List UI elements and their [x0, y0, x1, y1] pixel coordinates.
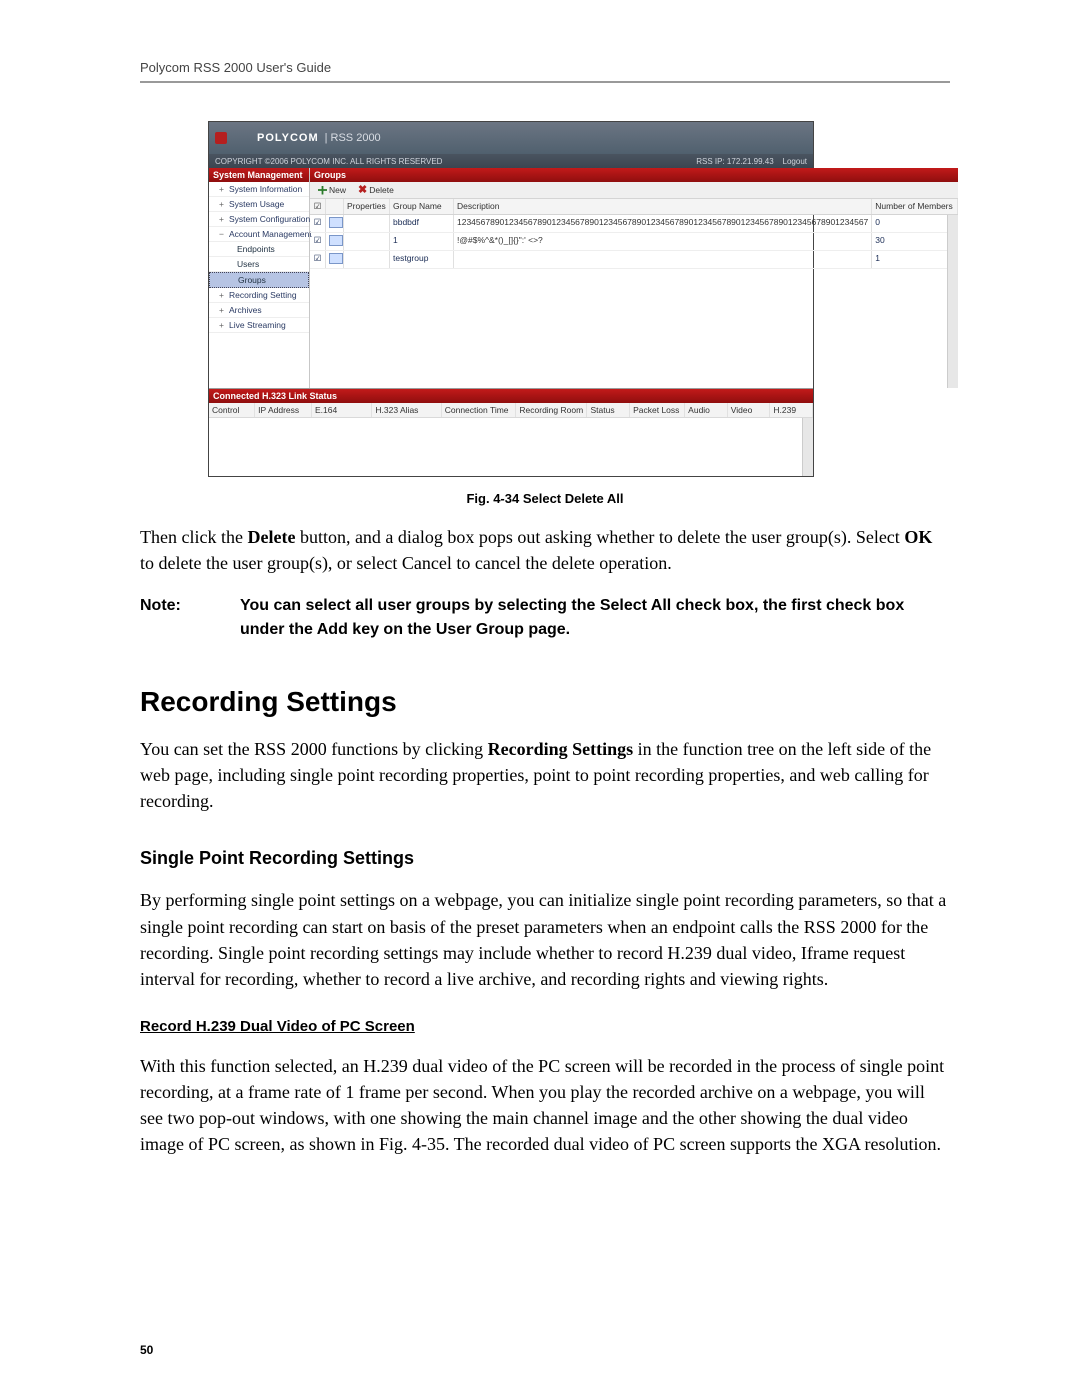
nav-item-system-configuration[interactable]: +System Configuration — [209, 212, 309, 227]
new-button[interactable]: New — [314, 184, 350, 196]
paragraph-1: Then click the Delete button, and a dial… — [140, 524, 950, 576]
edit-icon — [329, 217, 343, 228]
row-checkbox[interactable]: ☑ — [310, 233, 326, 250]
row-description — [454, 251, 872, 268]
row-description: 1234567890123456789012345678901234567890… — [454, 215, 872, 232]
grid-header: ☑ Properties Group Name Description Numb… — [310, 199, 958, 215]
table-row[interactable]: ☑ bbdbdf123456789012345678901234567890123… — [310, 215, 958, 233]
col-properties: Properties — [344, 199, 390, 214]
link-col-e-164[interactable]: E.164 — [312, 403, 372, 417]
paragraph-3: By performing single point settings on a… — [140, 887, 950, 991]
heading-single-point: Single Point Recording Settings — [140, 848, 950, 869]
select-all-checkbox[interactable]: ☑ — [310, 199, 326, 214]
paragraph-4: With this function selected, an H.239 du… — [140, 1053, 950, 1157]
link-col-status[interactable]: Status — [587, 403, 630, 417]
note-block: Note: You can select all user groups by … — [140, 594, 950, 642]
row-members: 30 — [872, 233, 958, 250]
link-col-h-323-alias[interactable]: H.323 Alias — [372, 403, 441, 417]
page-header: Polycom RSS 2000 User's Guide — [140, 60, 950, 83]
app-banner: POLYCOM | RSS 2000 — [209, 122, 813, 154]
link-status-panel: Connected H.323 Link Status ControlIP Ad… — [209, 388, 813, 476]
nav-item-endpoints[interactable]: Endpoints — [209, 242, 309, 257]
table-row[interactable]: ☑ testgroup 1 — [310, 251, 958, 269]
delete-button[interactable]: ✖ Delete — [354, 184, 398, 196]
edit-column-header — [326, 199, 344, 214]
note-label: Note: — [140, 594, 240, 642]
nav-item-groups[interactable]: Groups — [209, 272, 309, 288]
app-subbar: COPYRIGHT ©2006 POLYCOM INC. ALL RIGHTS … — [209, 154, 813, 168]
row-description: !@#$%^&*()_[]{}":' <>? — [454, 233, 872, 250]
link-col-connection-time[interactable]: Connection Time — [442, 403, 517, 417]
edit-icon — [329, 253, 343, 264]
row-members: 0 — [872, 215, 958, 232]
link-status-scrollbar[interactable] — [802, 418, 813, 476]
nav-item-system-information[interactable]: +System Information — [209, 182, 309, 197]
row-checkbox[interactable]: ☑ — [310, 215, 326, 232]
row-edit-button[interactable] — [326, 215, 344, 232]
copyright-text: COPYRIGHT ©2006 POLYCOM INC. ALL RIGHTS … — [215, 157, 442, 166]
delete-button-label: Delete — [369, 185, 394, 195]
link-col-ip-address[interactable]: IP Address — [255, 403, 312, 417]
polycom-logo-icon — [215, 132, 227, 144]
link-col-control[interactable]: Control — [209, 403, 255, 417]
delete-x-icon: ✖ — [358, 186, 367, 195]
rss-ip-label: RSS IP: 172.21.99.43 — [696, 157, 773, 166]
col-group-name[interactable]: Group Name — [390, 199, 454, 214]
nav-item-account-management[interactable]: −Account Management — [209, 227, 309, 242]
nav-item-system-usage[interactable]: +System Usage — [209, 197, 309, 212]
document-page: Polycom RSS 2000 User's Guide POLYCOM | … — [0, 0, 1080, 1397]
link-col-packet-loss[interactable]: Packet Loss — [630, 403, 685, 417]
link-col-h-239[interactable]: H.239 — [770, 403, 813, 417]
table-row[interactable]: ☑ 1!@#$%^&*()_[]{}":' <>?30 — [310, 233, 958, 251]
page-number: 50 — [140, 1343, 153, 1357]
figure-caption: Fig. 4-34 Select Delete All — [140, 491, 950, 506]
groups-panel-header: Groups — [310, 168, 958, 182]
nav-item-live-streaming[interactable]: +Live Streaming — [209, 318, 309, 333]
note-text: You can select all user groups by select… — [240, 594, 950, 642]
nav-item-archives[interactable]: +Archives — [209, 303, 309, 318]
link-status-header: Connected H.323 Link Status — [209, 389, 813, 403]
grid-scrollbar[interactable] — [947, 215, 958, 388]
heading-recording-settings: Recording Settings — [140, 686, 950, 718]
nav-item-recording-setting[interactable]: +Recording Setting — [209, 288, 309, 303]
link-status-body — [209, 418, 813, 476]
row-edit-button[interactable] — [326, 251, 344, 268]
nav-tree: System Management +System Information+Sy… — [209, 168, 310, 388]
grid-body: ☑ bbdbdf123456789012345678901234567890123… — [310, 215, 958, 388]
heading-h239: Record H.239 Dual Video of PC Screen — [140, 1018, 950, 1035]
link-status-columns: ControlIP AddressE.164H.323 AliasConnect… — [209, 403, 813, 418]
app-screenshot: POLYCOM | RSS 2000 COPYRIGHT ©2006 POLYC… — [208, 121, 814, 477]
row-group-name: testgroup — [390, 251, 454, 268]
row-edit-button[interactable] — [326, 233, 344, 250]
col-description[interactable]: Description — [454, 199, 872, 214]
link-col-audio[interactable]: Audio — [685, 403, 728, 417]
edit-icon — [329, 235, 343, 246]
row-group-name: bbdbdf — [390, 215, 454, 232]
main-panel: Groups New ✖ Delete ☑ Properties Group — [310, 168, 958, 388]
logout-link[interactable]: Logout — [783, 157, 807, 166]
paragraph-2: You can set the RSS 2000 functions by cl… — [140, 736, 950, 814]
nav-item-users[interactable]: Users — [209, 257, 309, 272]
toolbar: New ✖ Delete — [310, 182, 958, 199]
link-col-video[interactable]: Video — [728, 403, 771, 417]
row-group-name: 1 — [390, 233, 454, 250]
plus-icon — [318, 186, 327, 195]
product-text: | RSS 2000 — [325, 132, 381, 144]
new-button-label: New — [329, 185, 346, 195]
row-checkbox[interactable]: ☑ — [310, 251, 326, 268]
col-members[interactable]: Number of Members — [872, 199, 958, 214]
link-col-recording-room[interactable]: Recording Room — [516, 403, 587, 417]
nav-tree-header: System Management — [209, 168, 309, 182]
row-members: 1 — [872, 251, 958, 268]
brand-text: POLYCOM — [257, 132, 319, 144]
